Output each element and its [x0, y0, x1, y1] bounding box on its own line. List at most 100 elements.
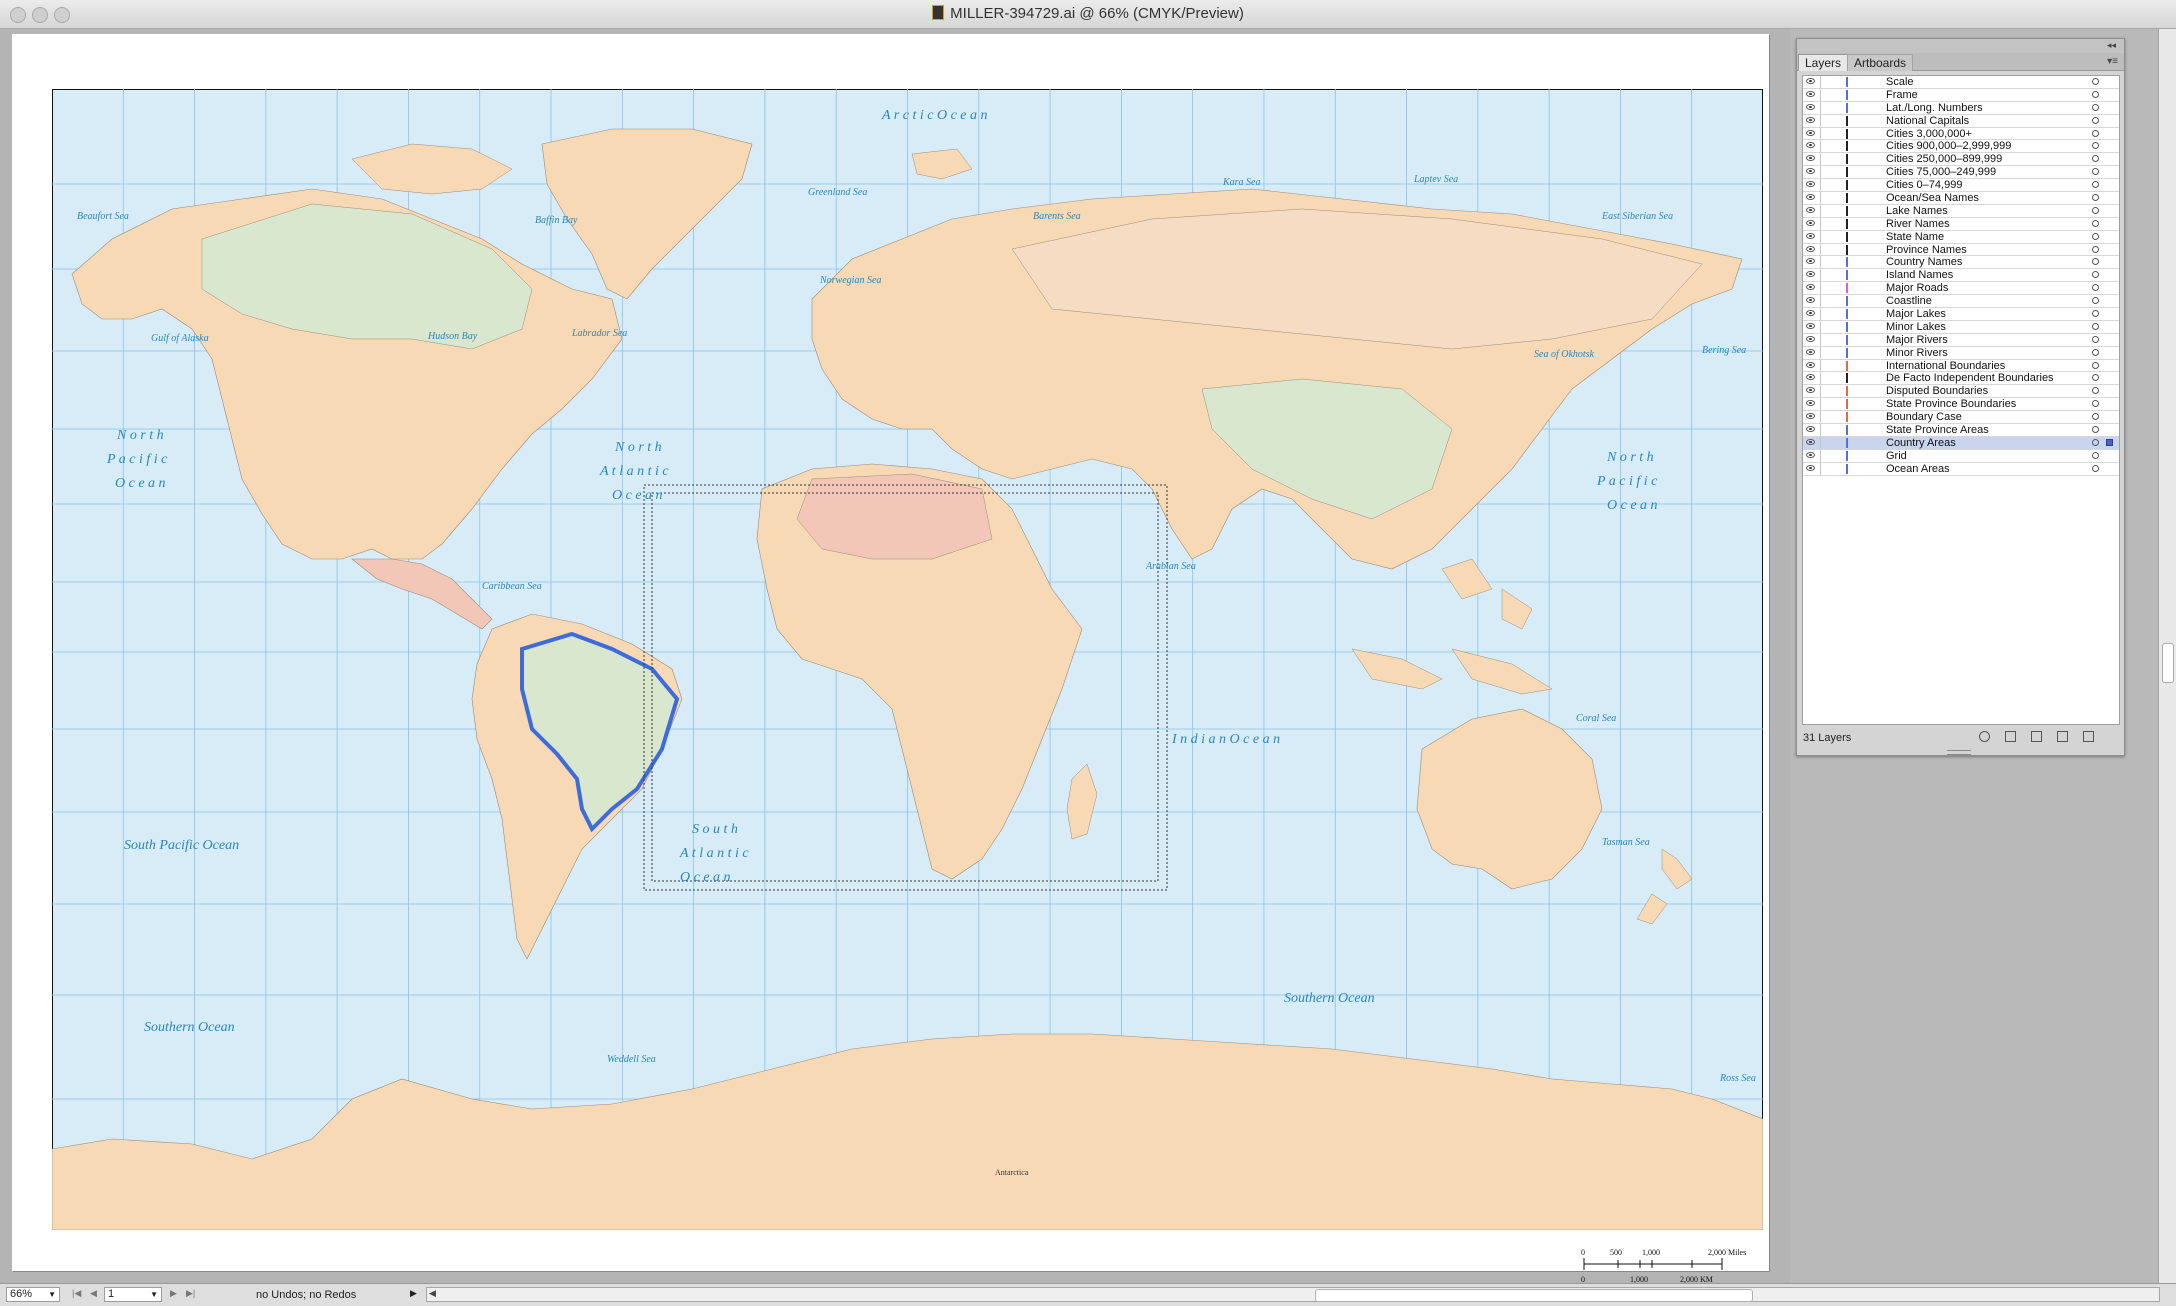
visibility-eye-icon[interactable]: [1806, 413, 1815, 420]
layer-name[interactable]: River Names: [1886, 218, 1950, 230]
visibility-eye-icon[interactable]: [1806, 297, 1815, 304]
layer-row[interactable]: Disputed Boundaries: [1803, 385, 2119, 399]
layer-row[interactable]: Major Lakes: [1803, 308, 2119, 321]
lock-toggle[interactable]: [1820, 436, 1821, 449]
layer-name[interactable]: Lake Names: [1886, 205, 1948, 217]
layer-row[interactable]: Country Names: [1803, 256, 2119, 270]
make-clipping-mask-icon[interactable]: [2005, 731, 2016, 742]
trash-icon[interactable]: [2083, 731, 2094, 742]
layer-target-circle-icon[interactable]: [2092, 258, 2099, 266]
lock-toggle[interactable]: [1820, 127, 1821, 140]
lock-toggle[interactable]: [1820, 153, 1821, 166]
layer-name[interactable]: Cities 75,000–249,999: [1886, 166, 1996, 178]
visibility-eye-icon[interactable]: [1806, 464, 1815, 471]
visibility-eye-icon[interactable]: [1806, 232, 1815, 239]
scroll-left-icon[interactable]: ◀: [429, 1288, 436, 1299]
artboard-number-select[interactable]: 1 ▼: [104, 1287, 162, 1302]
layer-row[interactable]: Ocean/Sea Names: [1803, 192, 2119, 205]
layer-row[interactable]: Frame: [1803, 88, 2119, 102]
layer-row[interactable]: Island Names: [1803, 269, 2119, 283]
lock-toggle[interactable]: [1820, 217, 1821, 230]
lock-toggle[interactable]: [1820, 114, 1821, 127]
layer-row[interactable]: State Province Areas: [1803, 424, 2119, 437]
layer-name[interactable]: State Province Boundaries: [1886, 398, 2016, 410]
layer-target-circle-icon[interactable]: [2092, 413, 2099, 421]
visibility-eye-icon[interactable]: [1806, 258, 1815, 265]
layer-row[interactable]: Minor Rivers: [1803, 346, 2119, 360]
layer-row[interactable]: Cities 3,000,000+: [1803, 127, 2119, 141]
zoom-level-select[interactable]: 66% ▼: [6, 1287, 60, 1302]
visibility-eye-icon[interactable]: [1806, 142, 1815, 149]
lock-toggle[interactable]: [1820, 411, 1821, 424]
panel-menu-icon[interactable]: ▾≡: [2107, 56, 2118, 67]
layer-row[interactable]: Lake Names: [1803, 204, 2119, 218]
layer-row[interactable]: De Facto Independent Boundaries: [1803, 372, 2119, 386]
lock-toggle[interactable]: [1820, 179, 1821, 192]
visibility-eye-icon[interactable]: [1806, 129, 1815, 136]
layer-target-circle-icon[interactable]: [2092, 142, 2099, 150]
layer-target-circle-icon[interactable]: [2092, 219, 2099, 227]
layer-name[interactable]: Minor Rivers: [1886, 347, 1948, 359]
previous-artboard-icon[interactable]: ◀: [90, 1288, 97, 1299]
visibility-eye-icon[interactable]: [1806, 374, 1815, 381]
visibility-eye-icon[interactable]: [1806, 426, 1815, 433]
layer-row[interactable]: Minor Lakes: [1803, 320, 2119, 334]
layer-name[interactable]: Country Names: [1886, 256, 1962, 268]
layer-row[interactable]: Ocean Areas: [1803, 462, 2119, 476]
layer-name[interactable]: State Name: [1886, 231, 1944, 243]
layer-name[interactable]: Minor Lakes: [1886, 321, 1946, 333]
lock-toggle[interactable]: [1820, 462, 1821, 475]
layer-row[interactable]: Country Areas: [1803, 436, 2119, 450]
layer-row[interactable]: Cities 900,000–2,999,999: [1803, 140, 2119, 154]
layer-row[interactable]: Cities 250,000–899,999: [1803, 153, 2119, 167]
visibility-eye-icon[interactable]: [1806, 168, 1815, 175]
lock-toggle[interactable]: [1820, 424, 1821, 436]
layer-name[interactable]: De Facto Independent Boundaries: [1886, 372, 2054, 384]
lock-toggle[interactable]: [1820, 320, 1821, 333]
layer-name[interactable]: National Capitals: [1886, 115, 1969, 127]
lock-toggle[interactable]: [1820, 295, 1821, 308]
visibility-eye-icon[interactable]: [1806, 245, 1815, 252]
layer-target-circle-icon[interactable]: [2092, 78, 2099, 85]
locate-object-icon[interactable]: [1979, 731, 1990, 742]
layer-target-circle-icon[interactable]: [2092, 129, 2099, 137]
layer-name[interactable]: Ocean Areas: [1886, 463, 1950, 475]
lock-toggle[interactable]: [1820, 192, 1821, 204]
layer-name[interactable]: Cities 900,000–2,999,999: [1886, 140, 2011, 152]
artboard[interactable]: A r c t i c O c e a n N o r t h P a c i …: [12, 34, 1769, 1284]
layer-name[interactable]: Major Rivers: [1886, 334, 1948, 346]
layer-name[interactable]: State Province Areas: [1886, 424, 1989, 436]
visibility-eye-icon[interactable]: [1806, 348, 1815, 355]
panel-header-bar[interactable]: ◂◂: [1797, 39, 2124, 54]
layer-target-circle-icon[interactable]: [2092, 438, 2099, 446]
visibility-eye-icon[interactable]: [1806, 90, 1815, 97]
layer-row[interactable]: State Name: [1803, 230, 2119, 244]
layer-name[interactable]: Disputed Boundaries: [1886, 385, 1988, 397]
visibility-eye-icon[interactable]: [1806, 335, 1815, 342]
lock-toggle[interactable]: [1820, 269, 1821, 282]
layer-name[interactable]: Major Lakes: [1886, 308, 1946, 320]
lock-toggle[interactable]: [1820, 230, 1821, 243]
visibility-eye-icon[interactable]: [1806, 400, 1815, 407]
create-new-layer-icon[interactable]: [2057, 731, 2068, 742]
create-sublayer-icon[interactable]: [2031, 731, 2042, 742]
layer-target-circle-icon[interactable]: [2092, 464, 2099, 472]
lock-toggle[interactable]: [1820, 166, 1821, 179]
layer-name[interactable]: Scale: [1886, 76, 1914, 88]
layer-target-circle-icon[interactable]: [2092, 322, 2099, 330]
layer-row[interactable]: Grid: [1803, 449, 2119, 463]
lock-toggle[interactable]: [1820, 359, 1821, 372]
layer-name[interactable]: Cities 3,000,000+: [1886, 128, 1972, 140]
layer-row[interactable]: Major Roads: [1803, 282, 2119, 296]
lock-toggle[interactable]: [1820, 256, 1821, 269]
lock-toggle[interactable]: [1820, 346, 1821, 359]
layer-name[interactable]: Boundary Case: [1886, 411, 1962, 423]
visibility-eye-icon[interactable]: [1806, 194, 1815, 201]
layer-name[interactable]: Island Names: [1886, 269, 1953, 281]
visibility-eye-icon[interactable]: [1806, 155, 1815, 162]
layer-name[interactable]: Country Areas: [1886, 437, 1956, 449]
layer-name[interactable]: Major Roads: [1886, 282, 1948, 294]
layer-target-circle-icon[interactable]: [2092, 194, 2099, 202]
visibility-eye-icon[interactable]: [1806, 103, 1815, 110]
layer-target-circle-icon[interactable]: [2092, 116, 2099, 124]
